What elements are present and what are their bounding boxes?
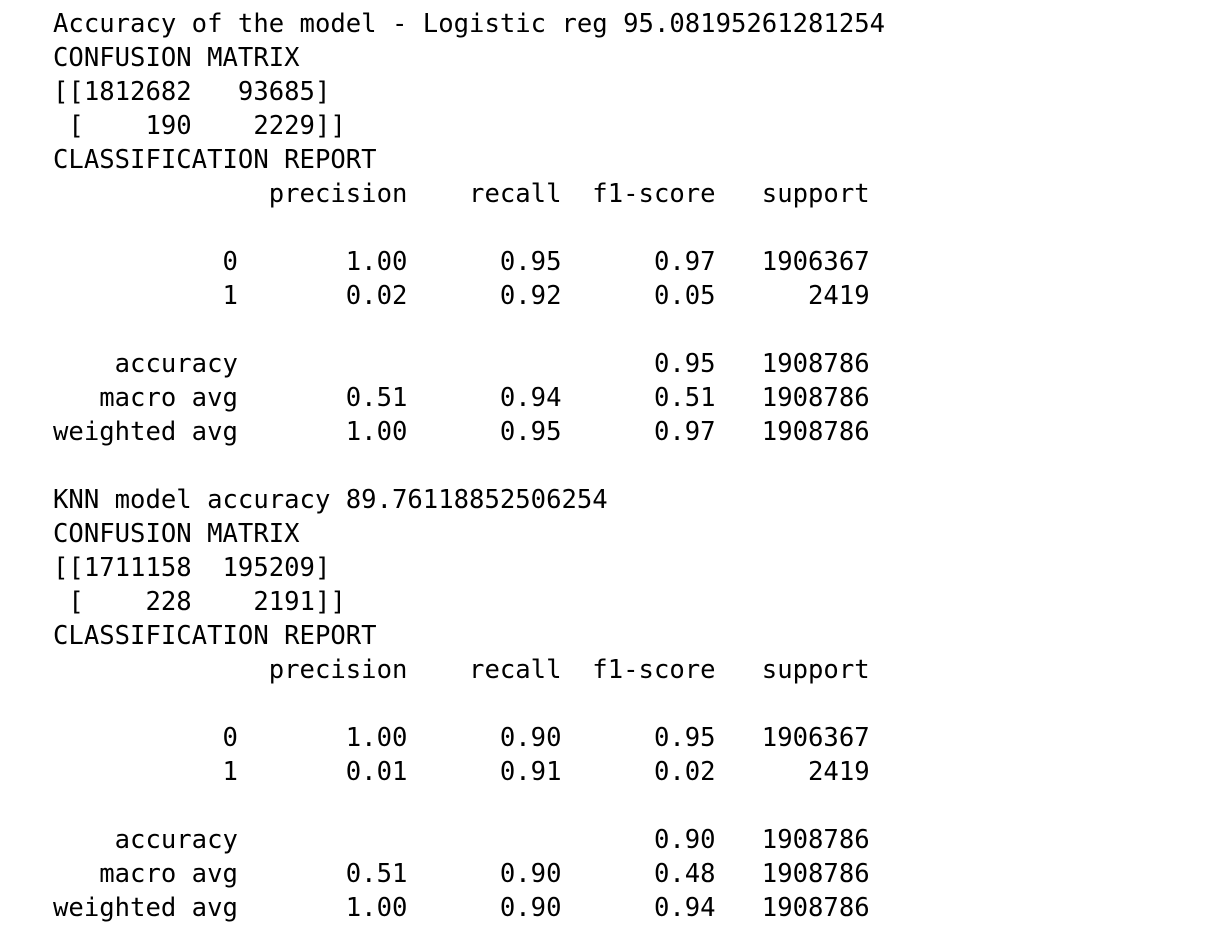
knn-report-row-weighted-avg: weighted avg 1.00 0.90 0.94 1908786	[53, 893, 870, 923]
knn-confusion-heading: CONFUSION MATRIX	[53, 519, 300, 549]
logreg-matrix-row-1: [[1812682 93685]	[53, 77, 331, 107]
logreg-report-row-weighted-avg: weighted avg 1.00 0.95 0.97 1908786	[53, 417, 870, 447]
knn-matrix-row-1: [[1711158 195209]	[53, 553, 331, 583]
console-output: Accuracy of the model - Logistic reg 95.…	[53, 7, 885, 925]
knn-report-row-macro-avg: macro avg 0.51 0.90 0.48 1908786	[53, 859, 870, 889]
logreg-report-row-macro-avg: macro avg 0.51 0.94 0.51 1908786	[53, 383, 870, 413]
knn-report-row-class-1: 1 0.01 0.91 0.02 2419	[53, 757, 870, 787]
knn-report-row-class-0: 0 1.00 0.90 0.95 1906367	[53, 723, 870, 753]
logreg-matrix-row-2: [ 190 2229]]	[53, 111, 346, 141]
logreg-report-row-class-1: 1 0.02 0.92 0.05 2419	[53, 281, 870, 311]
logreg-accuracy-line: Accuracy of the model - Logistic reg 95.…	[53, 9, 886, 39]
knn-report-header-row: precision recall f1-score support	[53, 655, 870, 685]
logreg-report-heading: CLASSIFICATION REPORT	[53, 145, 377, 175]
logreg-confusion-heading: CONFUSION MATRIX	[53, 43, 300, 73]
knn-matrix-row-2: [ 228 2191]]	[53, 587, 346, 617]
logreg-report-row-accuracy: accuracy 0.95 1908786	[53, 349, 870, 379]
knn-accuracy-line: KNN model accuracy 89.76118852506254	[53, 485, 608, 515]
knn-report-heading: CLASSIFICATION REPORT	[53, 621, 377, 651]
logreg-report-header-row: precision recall f1-score support	[53, 179, 870, 209]
logreg-report-row-class-0: 0 1.00 0.95 0.97 1906367	[53, 247, 870, 277]
knn-report-row-accuracy: accuracy 0.90 1908786	[53, 825, 870, 855]
